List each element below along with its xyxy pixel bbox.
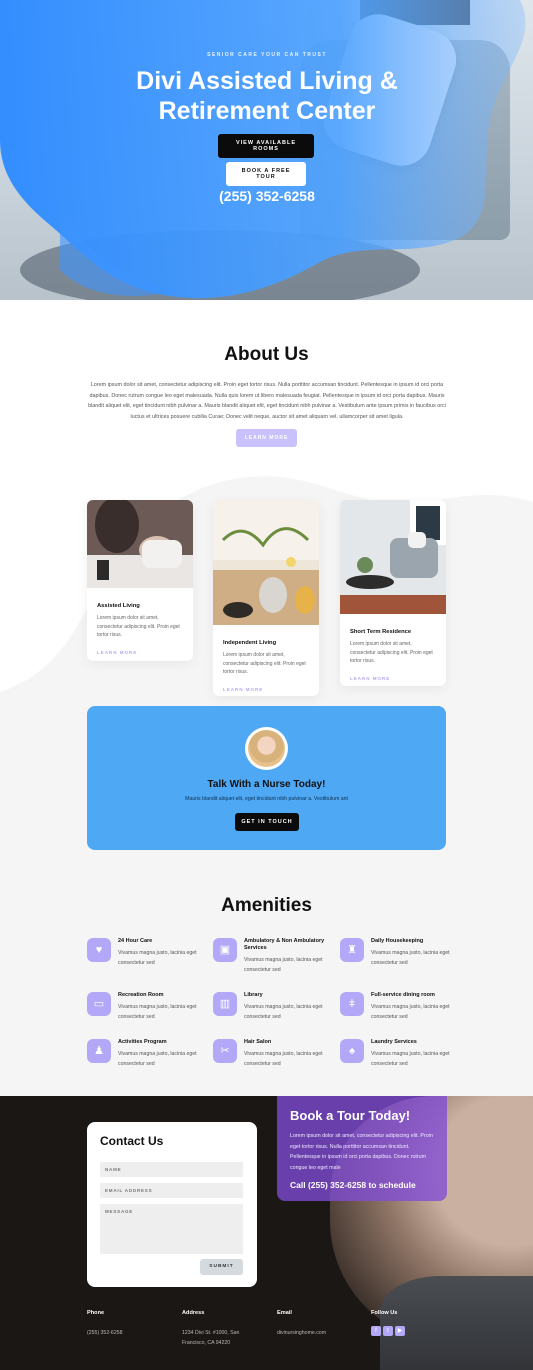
service-card-text: Lorem ipsum dolor sit amet, consectetur …: [350, 641, 433, 664]
independent-living-photo: [213, 500, 319, 625]
nurse-avatar: [245, 727, 288, 770]
footer-follow-label: Follow Us: [371, 1310, 398, 1316]
medical-kit-icon: ▣: [213, 938, 237, 962]
footer-email: Email divinursinghome.com: [277, 1310, 326, 1339]
footer-social: Follow Us f t ▶: [371, 1310, 407, 1337]
submit-button[interactable]: SUBMIT: [200, 1259, 243, 1275]
tour-call[interactable]: Call (255) 352-6258 to schedule: [290, 1180, 434, 1190]
amenity-desc: Vivamus magna justo, lacinia eget consec…: [244, 1004, 323, 1020]
amenity-name: Recreation Room: [118, 992, 164, 998]
amenity-desc: Vivamus magna justo, lacinia eget consec…: [244, 957, 323, 973]
amenity-name: Activities Program: [118, 1039, 167, 1045]
footer-phone-value[interactable]: (255) 352-6258: [87, 1329, 122, 1339]
learn-more-button[interactable]: LEARN MORE: [236, 429, 297, 447]
hero-content: SENIOR CARE YOUR CAN TRUST Divi Assisted…: [90, 0, 444, 204]
email-field[interactable]: [100, 1183, 243, 1198]
amenity-desc: Vivamus magna justo, lacinia eget consec…: [244, 1051, 323, 1067]
amenity-name: Full-service dining room: [371, 992, 435, 998]
book-tour-button[interactable]: BOOK A FREE TOUR: [226, 162, 306, 186]
service-card-text: Lorem ipsum dolor sit amet, consectetur …: [223, 652, 306, 675]
scissors-icon: ✂: [213, 1039, 237, 1063]
dining-icon: ǂ: [340, 992, 364, 1016]
about-title: About Us: [224, 344, 309, 365]
nurse-title: Talk With a Nurse Today!: [207, 779, 326, 790]
nurse-text: Mauris blandit aliquet elit, eget tincid…: [185, 796, 348, 802]
amenity-desc: Vivamus magna justo, lacinia eget consec…: [371, 1004, 450, 1020]
service-card-title: Assisted Living: [97, 603, 140, 609]
footer-email-value[interactable]: divinursinghome.com: [277, 1329, 326, 1339]
book-icon: ▥: [213, 992, 237, 1016]
facebook-icon[interactable]: f: [371, 1326, 381, 1336]
shirt-icon: ♠: [340, 1039, 364, 1063]
view-rooms-button[interactable]: VIEW AVAILABLE ROOMS: [218, 134, 314, 158]
tour-title: Book a Tour Today!: [290, 1108, 411, 1123]
message-field[interactable]: [100, 1204, 243, 1254]
footer-email-label: Email: [277, 1310, 292, 1316]
hand-heart-icon: ♥: [87, 938, 111, 962]
amenity-name: Daily Housekeeping: [371, 938, 424, 944]
service-card-text: Lorem ipsum dolor sit amet, consectetur …: [97, 615, 180, 638]
service-card-link[interactable]: LEARN MORE: [223, 687, 309, 692]
amenities-title: Amenities: [221, 895, 312, 916]
service-card-independent-living[interactable]: Independent Living Lorem ipsum dolor sit…: [213, 500, 319, 696]
youtube-icon[interactable]: ▶: [395, 1326, 405, 1336]
footer-section: Book a Tour Today! Lorem ipsum dolor sit…: [0, 1096, 533, 1370]
footer-address-value: 1234 Divi St. #1000, San Francisco, CA 9…: [182, 1330, 240, 1346]
tour-text: Lorem ipsum dolor sit amet, consectetur …: [290, 1133, 433, 1171]
amenity-desc: Vivamus magna justo, lacinia eget consec…: [118, 1004, 197, 1020]
short-term-residence-photo: [340, 500, 446, 614]
service-card-link[interactable]: LEARN MORE: [97, 650, 183, 655]
amenity-desc: Vivamus magna justo, lacinia eget consec…: [118, 950, 197, 966]
service-card-assisted-living[interactable]: Assisted Living Lorem ipsum dolor sit am…: [87, 500, 193, 661]
hero-section: SENIOR CARE YOUR CAN TRUST Divi Assisted…: [0, 0, 533, 300]
service-card-title: Short Term Residence: [350, 629, 412, 635]
activities-icon: ♟: [87, 1039, 111, 1063]
get-in-touch-button[interactable]: GET IN TOUCH: [235, 813, 299, 831]
contact-form: Contact Us SUBMIT: [87, 1122, 257, 1287]
social-icons: f t ▶: [371, 1326, 407, 1337]
hero-title: Divi Assisted Living & Retirement Center: [136, 67, 398, 125]
amenity-name: Library: [244, 992, 263, 998]
amenity-name: Hair Salon: [244, 1039, 272, 1045]
contact-title: Contact Us: [100, 1134, 164, 1148]
amenity-desc: Vivamus magna justo, lacinia eget consec…: [118, 1051, 197, 1067]
footer-address-label: Address: [182, 1310, 205, 1316]
service-card-title: Independent Living: [223, 640, 277, 646]
about-text: Lorem ipsum dolor sit amet, consectetur …: [88, 382, 446, 420]
tv-icon: ▭: [87, 992, 111, 1016]
hero-phone[interactable]: (255) 352-6258: [90, 188, 444, 204]
amenity-name: Laundry Services: [371, 1039, 417, 1045]
twitter-icon[interactable]: t: [383, 1326, 393, 1336]
book-tour-panel: Book a Tour Today! Lorem ipsum dolor sit…: [277, 1096, 447, 1201]
name-field[interactable]: [100, 1162, 243, 1177]
assisted-living-photo: [87, 500, 193, 588]
service-card-short-term-residence[interactable]: Short Term Residence Lorem ipsum dolor s…: [340, 500, 446, 686]
amenity-name: 24 Hour Care: [118, 938, 153, 944]
footer-address: Address 1234 Divi St. #1000, San Francis…: [182, 1310, 262, 1348]
footer-phone: Phone (255) 352-6258: [87, 1310, 122, 1339]
amenity-name: Ambulatory & Non Ambulatory Services: [244, 938, 325, 951]
hero-kicker: SENIOR CARE YOUR CAN TRUST: [207, 52, 327, 58]
nurse-photo: [248, 730, 285, 767]
footer-phone-label: Phone: [87, 1310, 105, 1316]
nurse-cta-banner: Talk With a Nurse Today! Mauris blandit …: [87, 706, 446, 850]
service-card-link[interactable]: LEARN MORE: [350, 676, 436, 681]
spray-bottle-icon: ♜: [340, 938, 364, 962]
amenity-desc: Vivamus magna justo, lacinia eget consec…: [371, 1051, 450, 1067]
amenity-desc: Vivamus magna justo, lacinia eget consec…: [371, 950, 450, 966]
